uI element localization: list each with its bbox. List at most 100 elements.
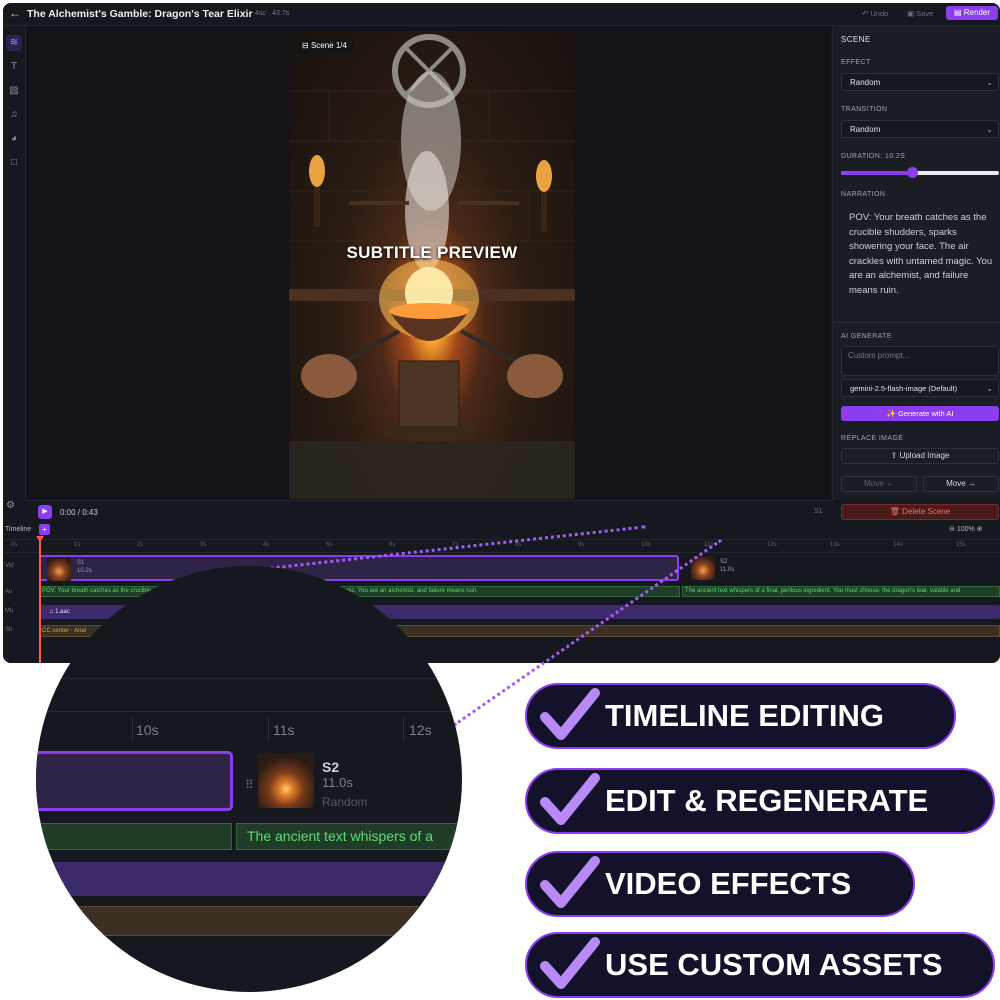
scene-badge-label: Scene 1/4: [310, 41, 347, 50]
save-button[interactable]: ▣ Save: [907, 7, 933, 20]
zoomed-subtitle-track[interactable]: [36, 906, 462, 936]
zoom-tick-line: [132, 718, 133, 742]
move-left-button[interactable]: Move ←: [841, 476, 917, 492]
subtitle-preview: SUBTITLE PREVIEW: [346, 243, 518, 262]
top-bar: ← The Alchemist's Gamble: Dragon's Tear …: [3, 3, 1000, 26]
scene-illustration: [289, 34, 575, 499]
narration-text[interactable]: POV: Your breath catches as the crucible…: [849, 211, 997, 299]
checkmark-icon: [540, 773, 600, 825]
ruler-tick-label: 2s: [137, 542, 144, 548]
scene-preview-image: ⊟ Scene 1/4 SUBTITLE PREVIEW: [289, 31, 575, 499]
duration-slider[interactable]: [841, 167, 999, 178]
preview-area: ⊟ Scene 1/4 SUBTITLE PREVIEW: [26, 26, 831, 500]
clip-duration: 11.0s: [720, 567, 735, 573]
player-bar: ▶ 0:00 / 0:43 S1: [26, 500, 831, 523]
save-label: Save: [916, 9, 934, 18]
ruler-tick-label: 0s: [11, 542, 18, 548]
ruler-tick-label: 4s: [263, 542, 270, 548]
zoomed-audio-clip-text[interactable]: The ancient text whispers of a: [236, 823, 462, 850]
duration-slider-knob[interactable]: [907, 167, 919, 178]
text-icon[interactable]: T: [6, 59, 22, 75]
project-meta: 4sc · 43.7s: [255, 10, 290, 17]
narration-label: NARRATION: [841, 191, 886, 198]
layers-icon[interactable]: ≋: [6, 35, 22, 51]
upload-label: Upload Image: [899, 451, 950, 460]
zoomed-clip-duration: 11.0s: [322, 775, 353, 790]
ruler-tick-label: 5s: [326, 542, 333, 548]
zoomed-clip-name: S2: [322, 759, 340, 775]
project-title: The Alchemist's Gamble: Dragon's Tear El…: [27, 8, 253, 20]
transition-value: Random: [850, 125, 881, 134]
duration-slider-fill: [841, 171, 913, 175]
track-label-audio: Au: [5, 589, 13, 595]
undo-button[interactable]: ↶ Undo: [862, 7, 888, 20]
feature-badge-edit: EDIT & REGENERATE: [525, 768, 995, 834]
duration-label: DURATION: 10.2S: [841, 153, 906, 160]
palette-icon[interactable]: ◕: [6, 131, 22, 147]
back-arrow-icon[interactable]: ←: [9, 6, 21, 20]
ruler-tick-label: 13s: [830, 542, 840, 548]
ruler-tick-label: 3s: [200, 542, 207, 548]
effect-value: Random: [850, 78, 881, 87]
editor-window: ← The Alchemist's Gamble: Dragon's Tear …: [3, 3, 1000, 663]
zoom-tick-label: 11s: [273, 722, 295, 738]
audio-clip-s2[interactable]: The ancient text whispers of a final, pe…: [682, 586, 1000, 597]
custom-prompt-input[interactable]: Custom prompt...: [841, 346, 999, 376]
scene-panel: SCENE EFFECT Random ⌄ TRANSITION Random ⌄ …: [832, 26, 1000, 520]
feature-label: USE CUSTOM ASSETS: [605, 947, 943, 982]
zoom-control[interactable]: ⊖ 100% ⊕: [949, 525, 983, 533]
ruler-tick-label: 10s: [641, 542, 651, 548]
zoomed-audio-clip[interactable]: [36, 823, 232, 850]
drag-handle-icon[interactable]: ⠿: [245, 778, 254, 792]
checkmark-icon: [540, 937, 600, 989]
upload-image-button[interactable]: ⇪ Upload Image: [841, 448, 999, 464]
music-clip-label: 1.aac: [55, 609, 70, 615]
delete-label: Delete Scene: [902, 507, 951, 516]
chevron-down-icon: ⌄: [986, 78, 993, 87]
replace-image-label: REPLACE IMAGE: [841, 435, 904, 442]
audio-clip-s1[interactable]: POV: Your breath catches as the crucible…: [39, 586, 680, 597]
playback-time: 0:00 / 0:43: [60, 508, 98, 517]
ruler-tick-label: 14s: [893, 542, 903, 548]
undo-label: Undo: [870, 9, 889, 18]
track-label-music: Mu: [5, 608, 14, 614]
chevron-down-icon: ⌄: [986, 384, 993, 393]
clip-thumbnail: [47, 557, 71, 581]
render-button[interactable]: ▤ Render: [946, 6, 998, 20]
zoom-value: 100%: [956, 526, 975, 533]
zoom-tick-line: [403, 718, 404, 742]
checkmark-icon: [540, 688, 600, 740]
ruler-tick-label: 6s: [389, 542, 396, 548]
zoomed-music-track[interactable]: [36, 862, 462, 896]
timeline-label: Timeline: [5, 526, 32, 533]
move-right-button[interactable]: Move →: [923, 476, 999, 492]
render-label: Render: [963, 8, 991, 17]
zoom-divider: [36, 711, 462, 712]
settings-gear-icon[interactable]: ⚙: [6, 500, 15, 511]
effect-label: EFFECT: [841, 59, 871, 66]
delete-scene-button[interactable]: 🗑 Delete Scene: [841, 504, 999, 520]
model-value: gemini-2.5-flash-image (Default): [850, 384, 958, 393]
play-button[interactable]: ▶: [38, 505, 52, 519]
feature-label: VIDEO EFFECTS: [605, 866, 852, 901]
effect-select[interactable]: Random ⌄: [841, 73, 999, 91]
ruler-tick-label: 12s: [767, 542, 777, 548]
clip-duration: 10.2s: [77, 568, 92, 574]
add-scene-button[interactable]: +: [39, 524, 50, 535]
image-icon[interactable]: ▨: [6, 83, 22, 99]
ruler-tick-label: 8s: [515, 542, 522, 548]
generate-with-ai-button[interactable]: ✨ Generate with AI: [841, 406, 999, 421]
zoomed-video-clip[interactable]: [36, 751, 233, 811]
checkmark-icon: [540, 856, 600, 908]
model-select[interactable]: gemini-2.5-flash-image (Default) ⌄: [841, 379, 999, 397]
ruler-tick-label: 1s: [74, 542, 81, 548]
ai-generate-label: AI GENERATE: [841, 333, 892, 340]
playhead[interactable]: [39, 536, 41, 663]
scene-badge: ⊟ Scene 1/4: [295, 39, 354, 53]
tool-sidebar: ≋ T ▨ ♫ ◕ □: [3, 26, 26, 500]
music-icon[interactable]: ♫: [6, 107, 22, 123]
zoom-tick-label: 12s: [409, 722, 432, 738]
zoomed-clip-thumbnail[interactable]: [258, 754, 314, 808]
square-icon[interactable]: □: [6, 155, 22, 171]
transition-select[interactable]: Random ⌄: [841, 120, 999, 138]
